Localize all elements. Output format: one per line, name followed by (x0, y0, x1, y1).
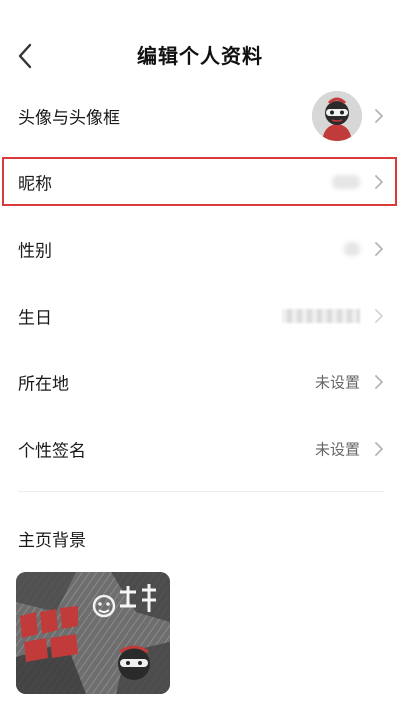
chevron-right-icon (375, 242, 383, 256)
location-value: 未设置 (314, 373, 360, 392)
row-gender[interactable]: 性别 (0, 216, 400, 282)
signature-value: 未设置 (314, 440, 360, 459)
edit-profile-page: 编辑个人资料 头像与头像框 昵称 性别 生日 所在地 未设置 个性签名 未设置 … (0, 0, 400, 712)
row-birthday[interactable]: 生日 (0, 283, 400, 349)
chevron-right-icon (375, 109, 383, 123)
birthday-value-blurred (282, 309, 360, 323)
row-label-signature: 个性签名 (18, 441, 86, 462)
background-image (16, 572, 170, 694)
chevron-right-icon (375, 175, 383, 189)
chevron-right-icon (375, 442, 383, 456)
row-location[interactable]: 所在地 未设置 (0, 349, 400, 415)
row-signature[interactable]: 个性签名 未设置 (0, 416, 400, 482)
row-label-nickname: 昵称 (18, 174, 52, 195)
avatar-image (312, 91, 362, 141)
row-label-birthday: 生日 (18, 308, 52, 329)
row-avatar[interactable]: 头像与头像框 (0, 83, 400, 149)
page-title: 编辑个人资料 (137, 44, 263, 68)
chevron-right-icon (375, 309, 383, 323)
avatar[interactable] (312, 91, 362, 141)
row-label-avatar: 头像与头像框 (18, 108, 120, 129)
row-nickname[interactable]: 昵称 (0, 149, 400, 215)
nickname-value-blurred (332, 175, 360, 189)
section-divider (18, 491, 384, 492)
row-label-location: 所在地 (18, 374, 69, 395)
chevron-right-icon (375, 375, 383, 389)
background-thumbnail[interactable] (16, 572, 170, 694)
background-section-title: 主页背景 (18, 531, 86, 551)
gender-value-blurred (344, 242, 360, 256)
row-label-gender: 性别 (18, 241, 52, 262)
